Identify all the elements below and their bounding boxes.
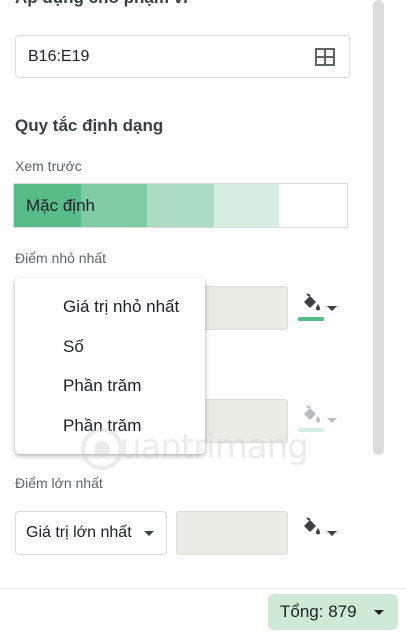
panel-scrollbar[interactable]: [373, 0, 384, 455]
menu-item-number[interactable]: Số: [63, 337, 84, 357]
paint-bucket-icon[interactable]: [300, 293, 322, 313]
watermark-text: uantrimang: [120, 427, 309, 467]
watermark-logo: uantrimang: [80, 425, 309, 473]
format-rules-title: Quy tắc định dạng: [15, 116, 164, 135]
conditional-format-panel: Áp dụng cho phạm vi B16:E19 Quy tắc định…: [0, 0, 406, 632]
color-scale-preview[interactable]: Mặc định: [13, 183, 348, 228]
paint-bucket-icon[interactable]: [300, 517, 322, 537]
max-value-input[interactable]: [176, 511, 288, 555]
max-color-bar: [298, 541, 324, 545]
chevron-down-icon: [374, 610, 384, 615]
paint-bucket-icon[interactable]: [300, 405, 322, 425]
chevron-down-icon[interactable]: [327, 418, 337, 423]
range-input[interactable]: B16:E19: [15, 35, 350, 78]
sum-status-chip[interactable]: Tổng: 879: [268, 594, 398, 630]
menu-item-percent[interactable]: Phần trăm: [63, 376, 141, 396]
preview-label: Xem trước: [15, 158, 82, 174]
status-divider: [0, 588, 406, 589]
preview-segment: [279, 184, 347, 227]
chevron-down-icon[interactable]: [327, 531, 337, 536]
chevron-down-icon: [144, 531, 154, 536]
max-point-label: Điểm lớn nhất: [15, 475, 103, 491]
preview-segment: [147, 184, 214, 227]
chevron-down-icon[interactable]: [327, 306, 337, 311]
menu-item-min-value[interactable]: Giá trị nhỏ nhất: [63, 297, 179, 317]
apply-to-range-title: Áp dụng cho phạm vi: [15, 0, 188, 8]
watermark-icon: [81, 428, 123, 470]
max-type-select[interactable]: Giá trị lớn nhất: [15, 511, 167, 555]
range-value: B16:E19: [28, 47, 90, 65]
min-color-bar: [298, 317, 324, 321]
min-point-label: Điểm nhỏ nhất: [15, 250, 107, 266]
grid-icon[interactable]: [315, 48, 335, 66]
max-type-value: Giá trị lớn nhất: [26, 524, 132, 541]
sum-text: Tổng: 879: [280, 602, 357, 621]
preview-segment: [213, 184, 280, 227]
preview-text: Mặc định: [26, 196, 95, 215]
